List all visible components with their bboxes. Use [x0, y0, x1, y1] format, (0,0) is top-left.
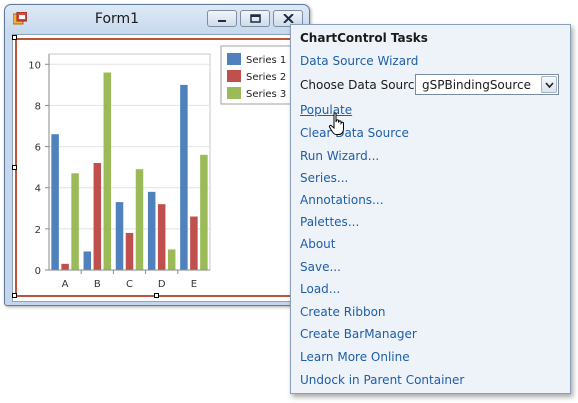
- bar: [180, 84, 188, 270]
- bar: [157, 204, 166, 270]
- x-tick-label: C: [126, 279, 133, 290]
- task-series[interactable]: Series...: [300, 171, 348, 185]
- task-undock[interactable]: Undock in Parent Container: [300, 373, 464, 387]
- y-tick-label: 8: [35, 101, 41, 112]
- task-data-source-wizard[interactable]: Data Source Wizard: [300, 54, 418, 68]
- legend-label: Series 3: [246, 89, 286, 100]
- x-tick-label: D: [158, 279, 166, 290]
- x-tick-label: E: [191, 279, 197, 290]
- maximize-icon: [249, 14, 261, 23]
- resize-handle[interactable]: [12, 293, 17, 298]
- bar: [115, 202, 124, 270]
- resize-handle[interactable]: [12, 35, 17, 40]
- bar: [103, 72, 112, 270]
- task-create-barmanager[interactable]: Create BarManager: [300, 327, 417, 341]
- bar: [83, 251, 92, 270]
- choose-data-source-label: Choose Data Source: [300, 78, 422, 92]
- form-window: Form1 0 2 4 6 8 10 A B C D E Series 1 Series 2 Serie…: [4, 4, 310, 306]
- task-create-ribbon[interactable]: Create Ribbon: [300, 305, 386, 319]
- legend-swatch: [227, 53, 241, 65]
- form-client-area: 0 2 4 6 8 10 A B C D E Series 1 Series 2 Series 3: [12, 31, 304, 302]
- bar: [147, 191, 156, 270]
- bar: [61, 263, 69, 270]
- data-source-value: gSPBindingSource: [422, 78, 532, 92]
- hand-cursor-icon: [328, 112, 344, 135]
- bar: [200, 154, 208, 270]
- bar: [93, 163, 102, 270]
- bar: [135, 169, 144, 270]
- bar: [190, 216, 198, 270]
- y-tick-label: 10: [28, 60, 41, 71]
- task-palettes[interactable]: Palettes...: [300, 215, 359, 229]
- bar: [167, 249, 176, 270]
- legend-swatch: [227, 87, 241, 99]
- y-tick-label: 6: [35, 143, 41, 154]
- task-learn-more-online[interactable]: Learn More Online: [300, 350, 410, 364]
- chart-control[interactable]: 0 2 4 6 8 10 A B C D E Series 1 Series 2 Series 3: [15, 38, 299, 297]
- task-about[interactable]: About: [300, 237, 335, 251]
- chevron-down-icon: [544, 81, 554, 88]
- data-source-select[interactable]: gSPBindingSource: [415, 74, 559, 95]
- minimize-button[interactable]: [207, 10, 237, 27]
- dropdown-button[interactable]: [541, 76, 557, 93]
- x-tick-label: A: [62, 279, 69, 290]
- resize-handle[interactable]: [154, 293, 159, 298]
- close-icon: [282, 14, 294, 23]
- y-tick-label: 0: [35, 266, 41, 277]
- resize-handle[interactable]: [12, 165, 17, 170]
- y-tick-label: 4: [35, 184, 41, 195]
- bar: [71, 173, 79, 270]
- task-annotations[interactable]: Annotations...: [300, 193, 384, 207]
- task-load[interactable]: Load...: [300, 282, 340, 296]
- bar: [51, 134, 59, 270]
- task-clear-data-source[interactable]: Clear Data Source: [300, 126, 409, 140]
- minimize-icon: [218, 19, 226, 22]
- legend-label: Series 1: [246, 55, 286, 66]
- bar: [125, 232, 134, 270]
- panel-title: ChartControl Tasks: [300, 31, 428, 45]
- legend-label: Series 2: [246, 72, 286, 83]
- x-tick-label: B: [94, 279, 101, 290]
- chart-plot: 0 2 4 6 8 10 A B C D E Series 1 Series 2 Series 3: [28, 45, 292, 290]
- task-run-wizard[interactable]: Run Wizard...: [300, 149, 379, 163]
- legend-swatch: [227, 70, 241, 82]
- y-tick-label: 2: [35, 225, 41, 236]
- task-save[interactable]: Save...: [300, 260, 341, 274]
- chartcontrol-tasks-panel: ChartControl Tasks Data Source Wizard Ch…: [290, 24, 571, 394]
- maximize-button[interactable]: [240, 10, 270, 27]
